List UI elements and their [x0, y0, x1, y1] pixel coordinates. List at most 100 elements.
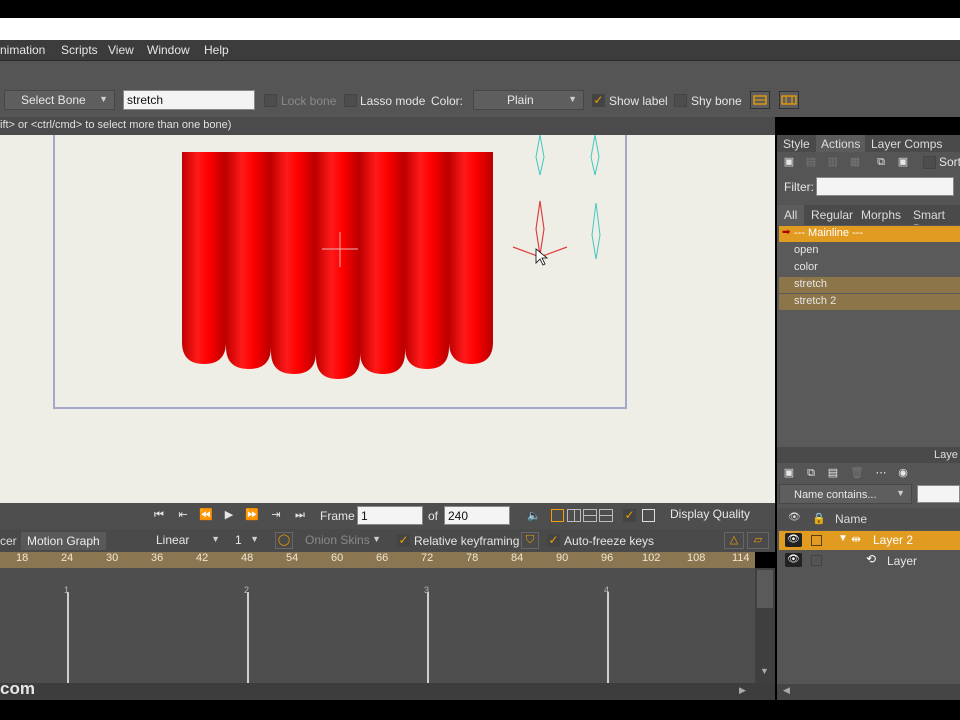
scroll-thumb[interactable]	[757, 570, 773, 608]
filter-input[interactable]	[816, 177, 954, 196]
delete-layer-icon[interactable]: 🗑	[847, 464, 867, 482]
layer-row-layer-2[interactable]: 👁 ▼ ⇹ Layer 2	[779, 531, 960, 550]
onion-skins-dropdown[interactable]: Onion Skins ▼	[297, 531, 387, 550]
view-quad-icon[interactable]	[599, 509, 613, 522]
name-column-header[interactable]: Name	[835, 512, 867, 526]
reference-action-icon[interactable]: ▣	[893, 153, 913, 171]
view-single-icon[interactable]	[551, 509, 564, 522]
bone-name-input[interactable]: stretch	[123, 90, 255, 110]
step-back-icon[interactable]: ⏪	[196, 506, 216, 524]
show-label-checkbox[interactable]: ✓	[592, 94, 605, 107]
insert-action-icon[interactable]: ⧉	[871, 153, 891, 171]
canvas-viewport[interactable]	[0, 135, 775, 503]
frame-bounds-icon[interactable]	[642, 509, 655, 522]
ruler-tick: 42	[196, 552, 209, 564]
expand-triangle-icon[interactable]: ▼	[838, 533, 848, 544]
eye-icon[interactable]: 👁	[785, 553, 802, 567]
menu-view[interactable]: View	[108, 43, 134, 57]
tab-layer-comps[interactable]: Layer Comps	[871, 137, 942, 151]
visibility-col-icon: 👁	[788, 512, 801, 523]
interpolation-dropdown[interactable]: Linear ▼	[148, 531, 226, 550]
action-item-mainline[interactable]: ➡ --- Mainline ---	[779, 226, 960, 242]
interpolation-number: 1	[235, 533, 242, 547]
timeline-ruler[interactable]: 18 24 30 36 42 48 54 60 66 72 78 84 90 9…	[0, 552, 755, 568]
rename-action-icon[interactable]: ▥	[823, 153, 843, 171]
ruler-tick: 84	[511, 552, 524, 564]
tab-sequencer[interactable]: cer	[0, 534, 17, 548]
total-frames-input[interactable]: 240	[444, 506, 510, 525]
bone-layer-icon: ⇹	[851, 532, 862, 546]
scroll-down-icon[interactable]: ▼	[760, 666, 769, 676]
new-action-icon[interactable]: ▣	[779, 153, 799, 171]
menu-window[interactable]: Window	[147, 43, 190, 57]
menu-scripts[interactable]: Scripts	[61, 43, 98, 57]
tab-actions[interactable]: Actions	[816, 135, 866, 152]
step-forward-icon[interactable]: ⏩	[242, 506, 262, 524]
group-layer-icon[interactable]: ▤	[823, 464, 843, 482]
freeze-shield-icon[interactable]: ⛉	[521, 532, 539, 549]
panel-tabs: Style Actions Layer Comps	[777, 135, 960, 152]
scroll-right-icon[interactable]: ▶	[739, 685, 746, 696]
letterbox-top	[0, 0, 960, 18]
lock-bone-checkbox[interactable]	[264, 94, 277, 107]
name-contains-dropdown[interactable]: Name contains... ▼	[779, 484, 912, 504]
timeline-vscroll[interactable]: ▼	[755, 568, 775, 683]
ruler-icon[interactable]: ⏥	[747, 532, 769, 549]
layer-settings-icon[interactable]: ◉	[893, 464, 913, 482]
menu-animation[interactable]: nimation	[0, 43, 45, 57]
action-item-stretch[interactable]: stretch	[779, 277, 960, 293]
eye-icon[interactable]: 👁	[785, 533, 802, 547]
previous-keyframe-icon[interactable]: ⇤	[173, 506, 193, 524]
rewind-to-start-icon[interactable]: ⏮	[149, 506, 169, 524]
bone-icon-button-2[interactable]	[779, 91, 799, 109]
select-bone-dropdown[interactable]: Select Bone ▼	[4, 90, 115, 110]
next-keyframe-icon[interactable]: ⇥	[266, 506, 286, 524]
action-item-color[interactable]: color	[779, 260, 960, 276]
more-options-icon[interactable]: ⋯	[871, 464, 891, 482]
interpolation-number-dropdown[interactable]: 1 ▼	[229, 531, 265, 550]
duplicate-action-icon[interactable]: ▤	[801, 153, 821, 171]
timeline-tracks[interactable]: 1 2 3 4	[0, 568, 755, 683]
new-layer-icon[interactable]: ▣	[779, 464, 799, 482]
forward-to-end-icon[interactable]: ⏭	[290, 506, 310, 524]
filter-tab-regular[interactable]: Regular	[811, 208, 853, 222]
tab-style[interactable]: Style	[783, 137, 810, 151]
triangle-icon[interactable]: △	[724, 532, 744, 549]
layers-toolbar: ▣ ⧉ ▤ 🗑 ⋯ ◉	[777, 463, 960, 483]
frame-input[interactable]: 1	[357, 506, 423, 525]
action-item-open[interactable]: open	[779, 243, 960, 259]
view-split-horizontal-icon[interactable]	[583, 509, 597, 522]
filter-tab-morphs[interactable]: Morphs	[861, 208, 901, 222]
layers-columns: 👁 🔒 Name	[777, 508, 960, 530]
sort-checkbox[interactable]	[923, 156, 936, 169]
action-item-stretch-2[interactable]: stretch 2	[779, 294, 960, 310]
filter-tab-all[interactable]: All	[777, 205, 805, 225]
lock-toggle[interactable]	[811, 555, 822, 566]
play-icon[interactable]: ▶	[219, 506, 239, 524]
lasso-mode-checkbox[interactable]	[344, 94, 357, 107]
select-bone-label: Select Bone	[21, 93, 86, 107]
layer-row-layer[interactable]: 👁 ⟲ Layer	[779, 551, 960, 570]
relative-keyframing-checkbox[interactable]: ✓	[397, 534, 410, 547]
audio-icon[interactable]: 🔈	[524, 507, 544, 525]
layers-hscroll[interactable]: ◀	[777, 684, 960, 700]
lock-toggle[interactable]	[811, 535, 822, 546]
timeline-hscroll[interactable]: com ▶	[0, 679, 775, 700]
auto-freeze-checkbox[interactable]: ✓	[547, 534, 560, 547]
delete-action-icon[interactable]: ▦	[845, 153, 865, 171]
ruler-tick: 18	[16, 552, 29, 564]
ruler-tick: 96	[601, 552, 614, 564]
display-quality-dropdown[interactable]: Display Quality	[662, 505, 775, 526]
scroll-left-icon[interactable]: ◀	[783, 685, 790, 696]
view-split-vertical-icon[interactable]	[567, 509, 581, 522]
layer-search-input[interactable]	[917, 485, 960, 503]
shy-bone-checkbox[interactable]	[674, 94, 687, 107]
menu-help[interactable]: Help	[204, 43, 229, 57]
duplicate-layer-icon[interactable]: ⧉	[801, 464, 821, 482]
tab-motion-graph[interactable]: Motion Graph	[21, 532, 106, 550]
display-quality-label: Display Quality	[670, 507, 751, 521]
quality-checkbox[interactable]: ✓	[623, 509, 636, 522]
bone-icon-button-1[interactable]	[750, 91, 770, 109]
onion-skin-icon[interactable]: ◯	[275, 532, 293, 549]
color-dropdown[interactable]: Plain ▼	[473, 90, 584, 110]
